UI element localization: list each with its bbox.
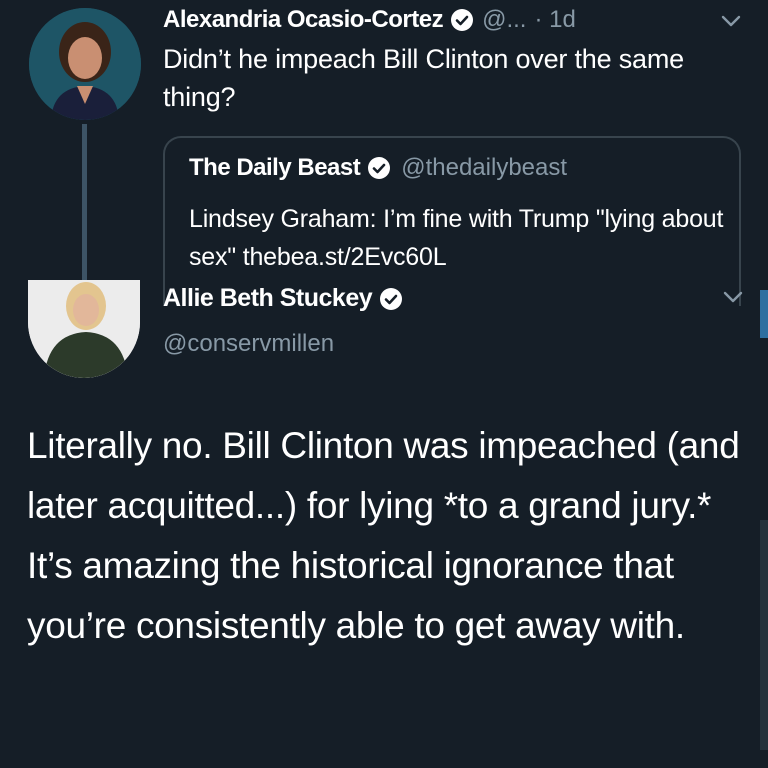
aoc-avatar[interactable] [29,8,141,120]
reply-author-handle[interactable]: @conservmillen [163,330,334,358]
quoted-tweet-header: The Daily Beast @thedailybeast [189,154,567,182]
quoted-tweet-card[interactable]: The Daily Beast @thedailybeast Lindsey G… [163,136,741,306]
person-avatar-icon [29,8,141,120]
quoted-author-name: The Daily Beast [189,154,361,181]
verified-badge-icon [368,157,391,179]
chevron-down-icon[interactable] [720,14,742,28]
tweet-header: Alexandria Ocasio-Cortez @... · 1d [163,2,576,38]
verified-badge-icon [380,287,403,310]
twitter-thread-screen: Alexandria Ocasio-Cortez @... · 1d Didn’… [0,0,768,768]
quoted-tweet-text: Lindsey Graham: I’m fine with Trump "lyi… [189,205,724,271]
reply-header: Allie Beth Stuckey [163,284,403,313]
author-handle[interactable]: @... [482,6,526,34]
author-name[interactable]: Alexandria Ocasio-Cortez [163,6,444,34]
reply-author-name[interactable]: Allie Beth Stuckey [163,284,373,313]
tweet-timestamp[interactable]: · 1d [534,6,575,34]
tweet-text: Didn’t he impeach Bill Clinton over the … [163,44,684,112]
abs-avatar[interactable] [28,280,140,378]
quoted-author-handle: @thedailybeast [401,154,568,181]
chevron-down-icon[interactable] [722,290,744,304]
scrollbar-track[interactable] [760,520,768,750]
person-avatar-icon [28,280,140,378]
reply-tweet-text: Literally no. Bill Clinton was impeached… [27,425,740,646]
verified-badge-icon [451,9,474,31]
thread-connector-line [82,124,87,284]
scrollbar-thumb[interactable] [760,290,768,338]
